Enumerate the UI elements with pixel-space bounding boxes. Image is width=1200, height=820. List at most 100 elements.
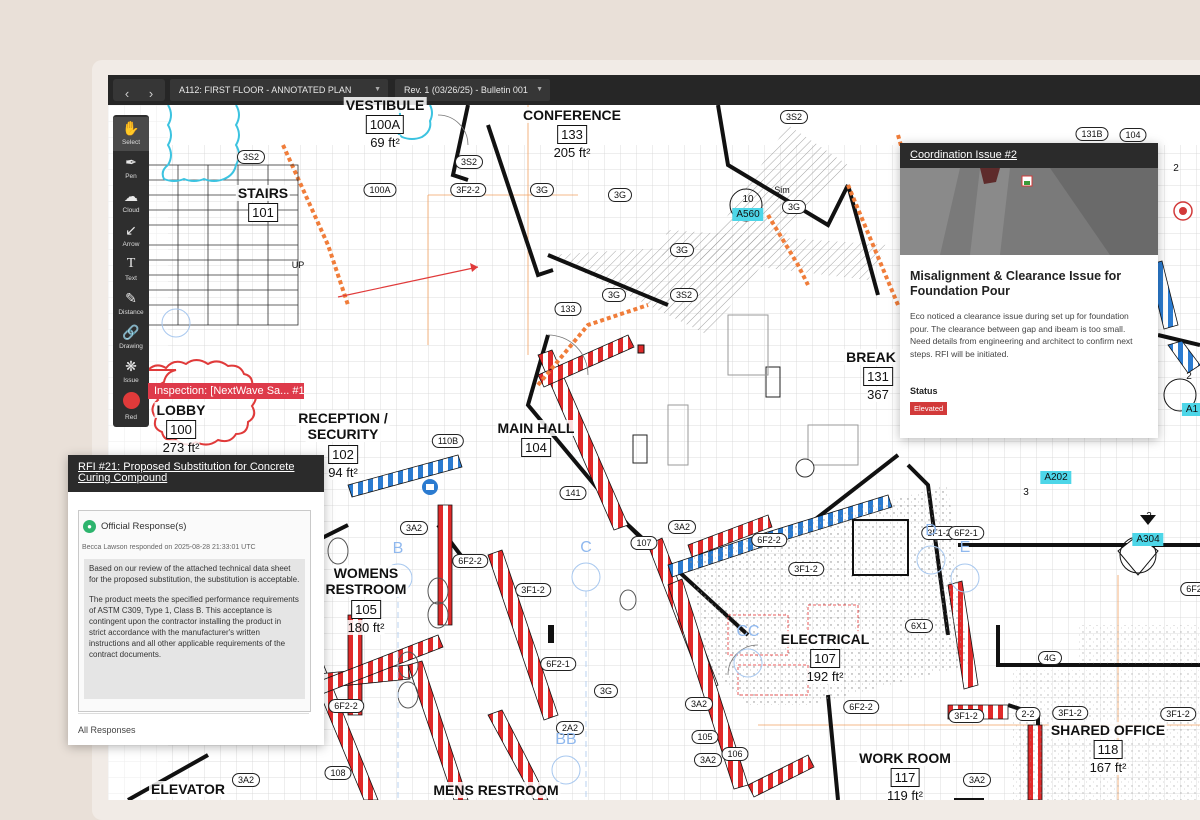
arrow-icon: ↙ xyxy=(125,222,137,238)
rfi-title[interactable]: RFI #21: Proposed Substitution for Concr… xyxy=(78,461,294,484)
rfi-header[interactable]: RFI #21: Proposed Substitution for Concr… xyxy=(68,455,324,492)
room-area: 180 ft² xyxy=(347,620,385,635)
status-badge[interactable]: Elevated xyxy=(910,402,948,415)
inspection-label[interactable]: Inspection: [NextWave Sa... #1 xyxy=(148,383,304,399)
response-paragraph: Based on our review of the attached tech… xyxy=(89,564,300,584)
tool-pen[interactable]: ✒ Pen xyxy=(113,151,149,185)
callout-number: 2 xyxy=(1146,511,1152,522)
callout-label: A202 xyxy=(1040,471,1072,484)
prev-sheet-button[interactable]: ‹ xyxy=(117,84,137,104)
response-body: Based on our review of the attached tech… xyxy=(84,559,305,699)
tool-label: Red xyxy=(125,414,137,421)
room-area: 192 ft² xyxy=(806,669,844,684)
tag-label: 3F1-2 xyxy=(1160,707,1196,721)
sheet-select-label: A112: FIRST FLOOR - ANNOTATED PLAN xyxy=(179,85,352,95)
tag-label: 6F2-1 xyxy=(948,526,984,540)
chat-icon: ● xyxy=(83,520,96,533)
tool-label: Cloud xyxy=(122,207,140,214)
tool-cloud[interactable]: ☁ Cloud xyxy=(113,185,149,219)
callout-number: 3 xyxy=(1023,487,1029,498)
all-responses-link[interactable]: All Responses xyxy=(78,725,136,735)
grid-letter: C xyxy=(580,539,592,556)
tag-label: 3G xyxy=(669,243,695,257)
room-name: SHARED OFFICE xyxy=(1048,722,1168,738)
tag-label: 4G xyxy=(1037,651,1063,665)
room-name: WORK ROOM xyxy=(857,750,953,766)
grid-letter: CC xyxy=(736,623,760,640)
tool-label: Issue xyxy=(123,377,139,384)
cloud-icon: ☁ xyxy=(124,188,138,204)
grid-letter: E xyxy=(959,539,971,556)
tag-label: 3S2 xyxy=(669,288,699,302)
coordination-issue-panel: Coordination Issue #2 Misalignment & Cle… xyxy=(900,143,1158,438)
tag-label: 3F2-2 xyxy=(450,183,486,197)
tag-label: 100A xyxy=(363,183,397,197)
tool-distance[interactable]: ✎ Distance xyxy=(113,287,149,321)
coord-title[interactable]: Coordination Issue #2 xyxy=(910,149,1017,161)
tool-arrow[interactable]: ↙ Arrow xyxy=(113,219,149,253)
tool-label: Drawing xyxy=(119,343,143,350)
tag-label: 6F2-2 xyxy=(1180,582,1200,596)
grid-letter: BB xyxy=(555,731,577,748)
markup-toolbar: ✋ Select ✒ Pen ☁ Cloud ↙ Arrow T Text ✎ … xyxy=(113,115,149,427)
chevron-down-icon: ▼ xyxy=(536,86,543,93)
callout-label: A304 xyxy=(1132,533,1164,546)
room-number: 117 xyxy=(890,768,920,787)
tag-label: 133 xyxy=(554,302,582,316)
tool-text[interactable]: T Text xyxy=(113,253,149,287)
coord-header[interactable]: Coordination Issue #2 xyxy=(900,143,1158,168)
callout-number: 10 xyxy=(742,194,754,205)
ruler-icon: ✎ xyxy=(125,290,137,306)
tag-label: 3F1-2 xyxy=(515,583,551,597)
tag-label: 3F1-2 xyxy=(948,709,984,723)
color-swatch-icon xyxy=(122,392,140,409)
tool-select[interactable]: ✋ Select xyxy=(113,117,149,151)
room-name: SECURITY xyxy=(305,426,381,442)
tag-label: 3G xyxy=(601,288,627,302)
room-name: WOMENS xyxy=(331,565,401,581)
room-area: 94 ft² xyxy=(328,465,358,480)
room-number: 118 xyxy=(1093,740,1123,759)
room-name: RESTROOM xyxy=(323,581,409,597)
room-number: 107 xyxy=(810,649,840,668)
room-name: ELECTRICAL xyxy=(778,631,872,647)
tool-label: Select xyxy=(121,139,141,146)
tag-label: 107 xyxy=(630,536,658,550)
next-sheet-button[interactable]: › xyxy=(141,84,161,104)
tool-issue[interactable]: ❋ Issue xyxy=(113,355,149,389)
tag-label: 3A2 xyxy=(962,773,992,787)
callout-label: A560 xyxy=(732,208,764,221)
callout-label: A1 xyxy=(1181,403,1200,416)
tool-drawing[interactable]: 🔗 Drawing xyxy=(113,321,149,355)
room-area: 273 ft² xyxy=(162,440,200,455)
response-paragraph: The product meets the specified performa… xyxy=(89,595,299,659)
tag-label: 3S2 xyxy=(236,150,266,164)
hand-icon: ✋ xyxy=(122,120,140,136)
revision-select-label: Rev. 1 (03/26/25) - Bulletin 001 xyxy=(404,85,528,95)
tag-label: 104 xyxy=(1119,128,1147,142)
text-icon: T xyxy=(126,256,136,271)
tag-label: 3A2 xyxy=(399,521,429,535)
tool-color[interactable]: Red xyxy=(113,389,149,423)
tag-label: 6F2-2 xyxy=(328,699,364,713)
tool-label: Distance xyxy=(118,309,144,316)
room-name: ELEVATOR xyxy=(149,781,227,797)
sheet-toolbar: ‹ › A112: FIRST FLOOR - ANNOTATED PLAN ▼… xyxy=(108,75,1200,105)
sheet-nav: ‹ › xyxy=(113,79,165,101)
room-area: 167 ft² xyxy=(1089,760,1127,775)
tool-label: Text xyxy=(125,275,137,282)
tag-label: 3F1-2 xyxy=(788,562,824,576)
room-number: 101 xyxy=(248,203,278,222)
tag-label: 6F2-2 xyxy=(452,554,488,568)
tag-label: 108 xyxy=(324,766,352,780)
issue-photo-thumbnail[interactable] xyxy=(900,168,1158,255)
status-label: Status xyxy=(910,386,938,396)
room-number: 131 xyxy=(863,367,893,386)
tag-label: 106 xyxy=(721,747,749,761)
issue-heading: Misalignment & Clearance Issue for Found… xyxy=(910,269,1122,298)
stair-direction-label: UP xyxy=(291,260,305,270)
callout-number: 2 xyxy=(1186,371,1192,382)
room-name: MENS RESTROOM xyxy=(431,782,561,798)
official-response-card: ● Official Response(s) Becca Lawson resp… xyxy=(78,510,311,712)
divider xyxy=(78,713,309,714)
